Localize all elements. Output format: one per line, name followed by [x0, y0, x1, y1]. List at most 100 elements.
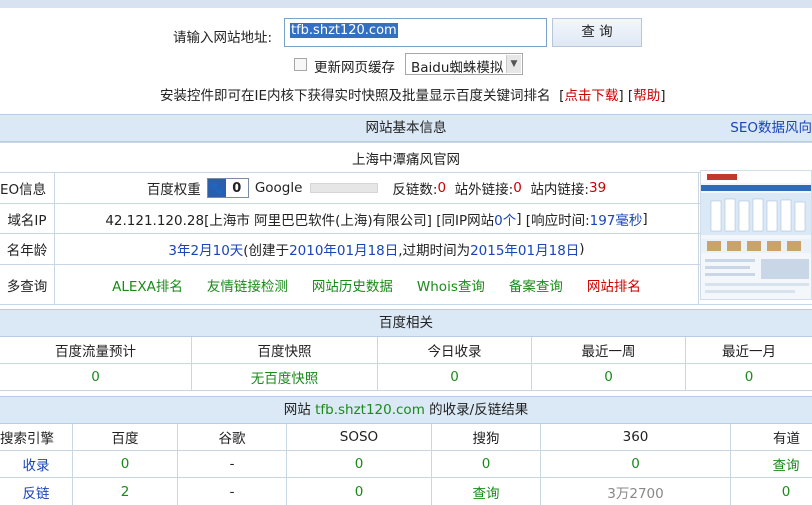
backlink-row: 反链 2 - 0 查询 3万2700 0: [0, 478, 812, 505]
inbound-links-value: 39: [588, 180, 607, 196]
baidu-month-value: 0: [744, 369, 754, 385]
same-ip-count[interactable]: 0个: [494, 209, 516, 229]
top-bar: [0, 0, 812, 8]
basic-info-title: 网站基本信息: [365, 120, 447, 136]
query-button[interactable]: 查 询: [552, 18, 642, 47]
response-value: 197毫秒: [589, 212, 643, 229]
response-prefix: [响应时间:: [525, 212, 590, 229]
domain-ip-label: 域名IP: [7, 212, 47, 229]
refresh-cache-checkbox[interactable]: [294, 58, 307, 71]
inbound-links-label: 站内链接:: [530, 182, 589, 198]
baidu-paw-icon: 🐾: [207, 179, 226, 197]
outbound-links-value: 0: [513, 180, 522, 196]
download-link[interactable]: 点击下载: [564, 88, 618, 104]
baidu-col-week: 最近一周: [581, 344, 636, 360]
baidu-col-month: 最近一月: [722, 344, 776, 360]
outbound-links-label: 站外链接:: [454, 182, 514, 198]
notice-text: 安装控件即可在IE内核下获得实时快照及批量显示百度关键词排名: [160, 88, 551, 104]
basic-info-header: 网站基本信息 SEO数据风向: [0, 114, 812, 142]
link-alexa[interactable]: ALEXA排名: [112, 275, 183, 295]
url-input-value[interactable]: tfb.shzt120.com: [290, 23, 398, 38]
seo-info-label: EO信息: [0, 182, 47, 198]
backlinks-label: 反链数:: [392, 182, 438, 198]
more-query-links: ALEXA排名 友情链接检测 网站历史数据 Whois查询 备案查询 网站排名: [55, 265, 698, 304]
expire-prefix: ,过期时间为: [398, 243, 471, 259]
backlink-row-label: 反链: [22, 485, 50, 502]
baidu-weight-label: 百度权重: [146, 182, 201, 198]
chevron-down-icon[interactable]: ▼: [506, 55, 521, 73]
created-prefix: (创建于: [243, 243, 290, 259]
more-query-row: 多查询 ALEXA排名 友情链接检测 网站历史数据 Whois查询 备案查询 网…: [0, 265, 812, 305]
engine-col-baidu: 百度: [111, 431, 139, 447]
engine-col-youdao: 有道: [773, 431, 800, 447]
expire-value: 2015年01月18日: [470, 243, 580, 259]
link-beian[interactable]: 备案查询: [509, 275, 563, 295]
index-results-table: 搜索引擎 百度 谷歌 SOSO 搜狗 360 有道 收录 0 - 0 0 0 查…: [0, 424, 812, 505]
baidu-traffic-value: 0: [91, 369, 100, 385]
url-input[interactable]: tfb.shzt120.com: [284, 18, 547, 47]
domain-age-row: 名年龄 3年2月10天 (创建于 2010年01月18日 ,过期时间为 2015年01…: [0, 234, 812, 265]
backlink-soso-value[interactable]: 0: [287, 478, 431, 505]
same-ip-suffix: ]: [516, 210, 522, 227]
spider-select[interactable]: Baidu蜘蛛模拟 ▼: [405, 53, 523, 76]
ip-value: 42.121.120.28[上海市 阿里巴巴软件(上海)有限公司]: [105, 212, 432, 229]
index-row-label: 收录: [22, 458, 50, 474]
index-soso-value[interactable]: 0: [287, 451, 431, 477]
domain-age-label: 名年龄: [6, 243, 48, 259]
help-link[interactable]: 帮助: [633, 88, 660, 104]
seo-trend-link[interactable]: SEO数据风向: [730, 115, 812, 141]
index-row: 收录 0 - 0 0 0 查询: [0, 451, 812, 478]
created-value: 2010年01月18日: [289, 243, 399, 259]
index-title-prefix: 网站: [283, 402, 311, 418]
baidu-snapshot-value[interactable]: 无百度快照: [192, 364, 377, 390]
backlink-360-value[interactable]: 3万2700: [541, 478, 730, 505]
backlink-sogou-value[interactable]: 查询: [432, 478, 540, 505]
install-notice: 安装控件即可在IE内核下获得实时快照及批量显示百度关键词排名 [点击下载] [帮…: [160, 88, 666, 104]
baidu-col-traffic: 百度流量预计: [55, 344, 136, 360]
engine-col-360: 360: [622, 429, 649, 445]
baidu-value-row: 0 无百度快照 0 0 0: [0, 364, 812, 391]
index-title-suffix: 的收录/反链结果: [429, 402, 529, 418]
index-youdao-value[interactable]: 查询: [731, 451, 812, 477]
seo-info-row: EO信息 百度权重 🐾 0 Google 反链数: 0 站外链接: 0 站内链接: 39: [0, 173, 812, 204]
link-history[interactable]: 网站历史数据: [312, 275, 393, 295]
link-site-rank[interactable]: 网站排名: [587, 275, 641, 295]
same-ip-prefix: [同IP网站: [436, 212, 495, 229]
engine-col-google: 谷歌: [218, 431, 246, 447]
backlink-baidu-value[interactable]: 2: [73, 478, 177, 505]
engine-col-soso: SOSO: [339, 429, 379, 445]
baidu-week-value: 0: [604, 369, 613, 385]
site-name-row: 上海中潭痛风官网: [0, 143, 812, 173]
index-title-domain[interactable]: tfb.shzt120.com: [315, 402, 425, 418]
engine-col-label: 搜索引擎: [0, 431, 54, 447]
domain-ip-row: 域名IP 42.121.120.28[上海市 阿里巴巴软件(上海)有限公司] […: [0, 204, 812, 234]
seo-info-content: 百度权重 🐾 0 Google 反链数: 0 站外链接: 0 站内链接: 39: [55, 173, 698, 203]
expire-suffix: ): [579, 241, 585, 257]
baidu-weight-badge[interactable]: 🐾 0: [206, 178, 249, 198]
index-360-value[interactable]: 0: [541, 451, 730, 477]
basic-info-table: 上海中潭痛风官网 EO信息 百度权重 🐾 0 Google 反链数: 0 站外链接:…: [0, 142, 812, 305]
refresh-cache-label[interactable]: 更新网页缓存: [314, 56, 395, 76]
more-query-label: 多查询: [6, 278, 48, 295]
google-pr-bar: [310, 183, 379, 193]
baidu-col-snapshot: 百度快照: [257, 344, 312, 360]
site-name: 上海中潭痛风官网: [352, 151, 460, 168]
backlinks-value: 0: [437, 180, 447, 196]
site-thumbnail[interactable]: [700, 170, 812, 300]
index-google-value: -: [229, 456, 235, 472]
google-label: Google: [254, 180, 303, 196]
backlink-youdao-value[interactable]: 0: [731, 478, 812, 505]
baidu-today-value: 0: [450, 369, 459, 385]
link-whois[interactable]: Whois查询: [417, 275, 485, 295]
domain-ip-content: 42.121.120.28[上海市 阿里巴巴软件(上海)有限公司] [同IP网站…: [55, 204, 698, 233]
spider-select-value: Baidu蜘蛛模拟: [411, 60, 504, 76]
domain-age-content: 3年2月10天 (创建于 2010年01月18日 ,过期时间为 2015年01月18日…: [55, 234, 698, 264]
index-sogou-value[interactable]: 0: [432, 451, 540, 477]
engine-header-row: 搜索引擎 百度 谷歌 SOSO 搜狗 360 有道: [0, 424, 812, 451]
link-friend-check[interactable]: 友情链接检测: [207, 275, 288, 295]
index-baidu-value[interactable]: 0: [73, 451, 177, 477]
baidu-header-row: 百度流量预计 百度快照 今日收录 最近一周 最近一月: [0, 337, 812, 364]
baidu-col-today: 今日收录: [427, 344, 482, 360]
index-results-header: 网站 tfb.shzt120.com 的收录/反链结果: [0, 396, 812, 424]
baidu-header: 百度相关: [0, 309, 812, 337]
